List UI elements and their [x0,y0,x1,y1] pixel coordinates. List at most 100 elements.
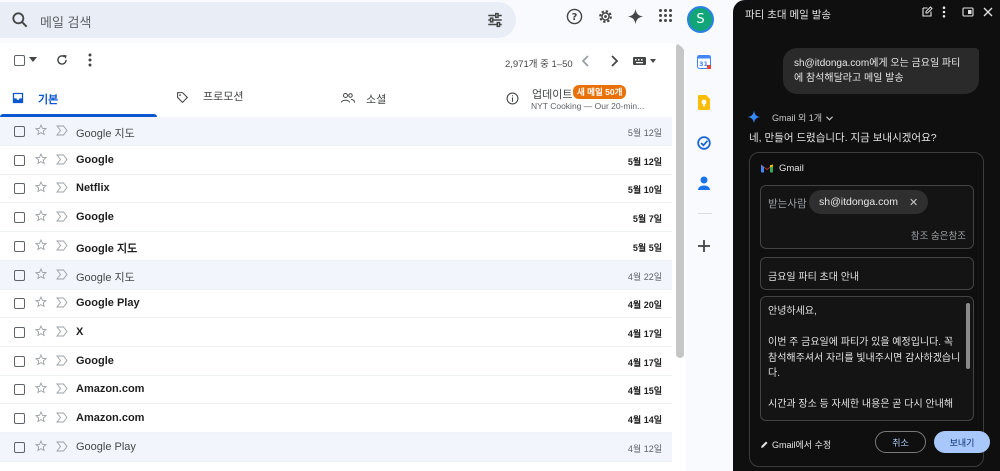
svg-text:31: 31 [699,60,709,68]
row-checkbox[interactable] [14,212,25,224]
select-all-checkbox[interactable] [14,55,25,66]
email-row[interactable]: Amazon.com 4월 14일 [0,404,672,433]
subject-field[interactable]: 금요일 파티 초대 안내 [760,257,974,290]
help-icon[interactable]: ? [566,8,583,25]
apps-grid-icon[interactable] [658,8,673,23]
chevron-left-icon[interactable] [581,55,591,67]
row-checkbox[interactable] [14,441,25,453]
row-checkbox[interactable] [14,126,25,137]
open-in-panel-icon[interactable] [962,6,974,18]
tab-primary[interactable]: 기본 [0,79,157,117]
row-checkbox[interactable] [14,298,25,310]
importance-marker-icon[interactable] [56,125,68,136]
search-input[interactable]: 메일 검색 [40,12,91,31]
star-icon[interactable] [35,124,47,136]
row-checkbox[interactable] [14,355,25,367]
email-date: 4월 17일 [627,328,662,339]
tab-promotions[interactable]: 프로모션 [176,79,336,117]
importance-marker-icon[interactable] [56,412,68,423]
search-icon[interactable] [10,10,30,30]
email-row[interactable]: Google 5월 12일 [0,146,672,175]
cancel-button[interactable]: 취소 [875,431,926,453]
account-avatar[interactable]: S [687,6,714,33]
email-row[interactable]: Google 지도 5월 12일 [0,117,672,146]
email-row[interactable]: Google 5월 7일 [0,203,672,233]
email-sender: Netflix [76,182,110,195]
email-sender: Amazon.com [76,412,145,424]
star-icon[interactable] [35,238,47,251]
tab-label: 업데이트 [532,89,573,101]
importance-marker-icon[interactable] [56,211,68,222]
input-tools-keyboard-icon[interactable] [633,56,657,66]
importance-marker-icon[interactable] [56,441,68,452]
send-button[interactable]: 보내기 [934,431,990,453]
settings-gear-icon[interactable] [597,8,614,25]
search-options-icon[interactable] [486,11,504,29]
mail-toolbar: 2,971개 중 1–50 [0,43,686,79]
importance-marker-icon[interactable] [56,269,68,280]
gemini-sparkle-icon[interactable] [627,8,644,25]
add-addon-plus-icon[interactable] [698,240,710,252]
more-vert-icon[interactable] [941,6,947,18]
edit-in-gmail-button[interactable]: Gmail에서 수정 [760,438,831,451]
remove-recipient-close-icon[interactable]: ✕ [909,196,918,209]
tab-social[interactable]: 소셜 [341,79,501,117]
email-row[interactable]: Google Play 4월 12일 [0,432,672,462]
sources-label[interactable]: Gmail 외 1개 [772,111,834,124]
email-draft-card: Gmail 받는사람 sh@itdonga.com ✕ 참조 숨은참조 금요일 … [749,152,990,467]
cc-bcc-link[interactable]: 참조 숨은참조 [911,228,966,242]
email-row[interactable]: Google 지도 5월 5일 [0,232,672,261]
email-row[interactable]: Google 지도 4월 22일 [0,260,672,290]
importance-marker-icon[interactable] [56,240,68,251]
star-icon[interactable] [35,152,47,165]
row-checkbox[interactable] [14,269,25,281]
info-icon [506,92,519,105]
star-icon[interactable] [35,411,47,423]
email-date: 4월 12일 [627,443,662,454]
row-checkbox[interactable] [14,154,25,166]
row-checkbox[interactable] [14,326,25,338]
category-tabs: 기본 프로모션 소셜 업데이트 [0,79,676,117]
star-icon[interactable] [35,181,47,193]
row-checkbox[interactable] [14,183,25,195]
star-icon[interactable] [35,439,47,452]
recipient-chip[interactable]: sh@itdonga.com ✕ [809,190,929,214]
star-icon[interactable] [35,296,47,308]
importance-marker-icon[interactable] [56,182,68,193]
refresh-icon[interactable] [55,53,69,67]
star-icon[interactable] [35,210,47,222]
mail-list-scrollbar[interactable] [676,43,684,358]
importance-marker-icon[interactable] [56,326,68,337]
email-row[interactable]: Amazon.com 4월 15일 [0,375,672,405]
recipient-field[interactable]: 받는사람 sh@itdonga.com ✕ 참조 숨은참조 [760,185,974,249]
contacts-icon[interactable] [698,176,710,190]
new-chat-edit-icon[interactable] [921,6,933,18]
email-row[interactable]: Google Play 4월 20일 [0,289,672,319]
email-row[interactable]: X 4월 17일 [0,318,672,347]
star-icon[interactable] [35,382,47,394]
email-sender: Google Play [76,440,136,453]
email-row[interactable]: Google 4월 17일 [0,347,672,376]
email-date: 4월 14일 [627,415,662,425]
importance-marker-icon[interactable] [56,297,68,308]
row-checkbox[interactable] [14,384,25,396]
tasks-icon[interactable] [697,136,711,150]
calendar-icon[interactable]: 31 [697,54,711,69]
body-scrollbar[interactable] [966,303,970,369]
select-dropdown-icon[interactable] [29,57,37,63]
row-checkbox[interactable] [14,240,25,252]
importance-marker-icon[interactable] [56,383,68,394]
search-bar[interactable]: 메일 검색 [0,2,516,38]
star-icon[interactable] [35,353,47,366]
row-checkbox[interactable] [14,413,25,424]
chevron-right-icon[interactable] [609,55,619,67]
importance-marker-icon[interactable] [56,355,68,366]
body-field[interactable]: 안녕하세요, 이번 주 금요일에 파티가 있을 예정입니다. 꼭 참석해주셔서 … [760,296,974,421]
email-row[interactable]: Netflix 5월 10일 [0,174,672,204]
star-icon[interactable] [35,324,47,337]
close-icon[interactable] [982,6,994,18]
star-icon[interactable] [35,267,47,280]
importance-marker-icon[interactable] [56,154,68,165]
keep-icon[interactable] [698,95,710,110]
more-vert-icon[interactable] [87,53,93,67]
